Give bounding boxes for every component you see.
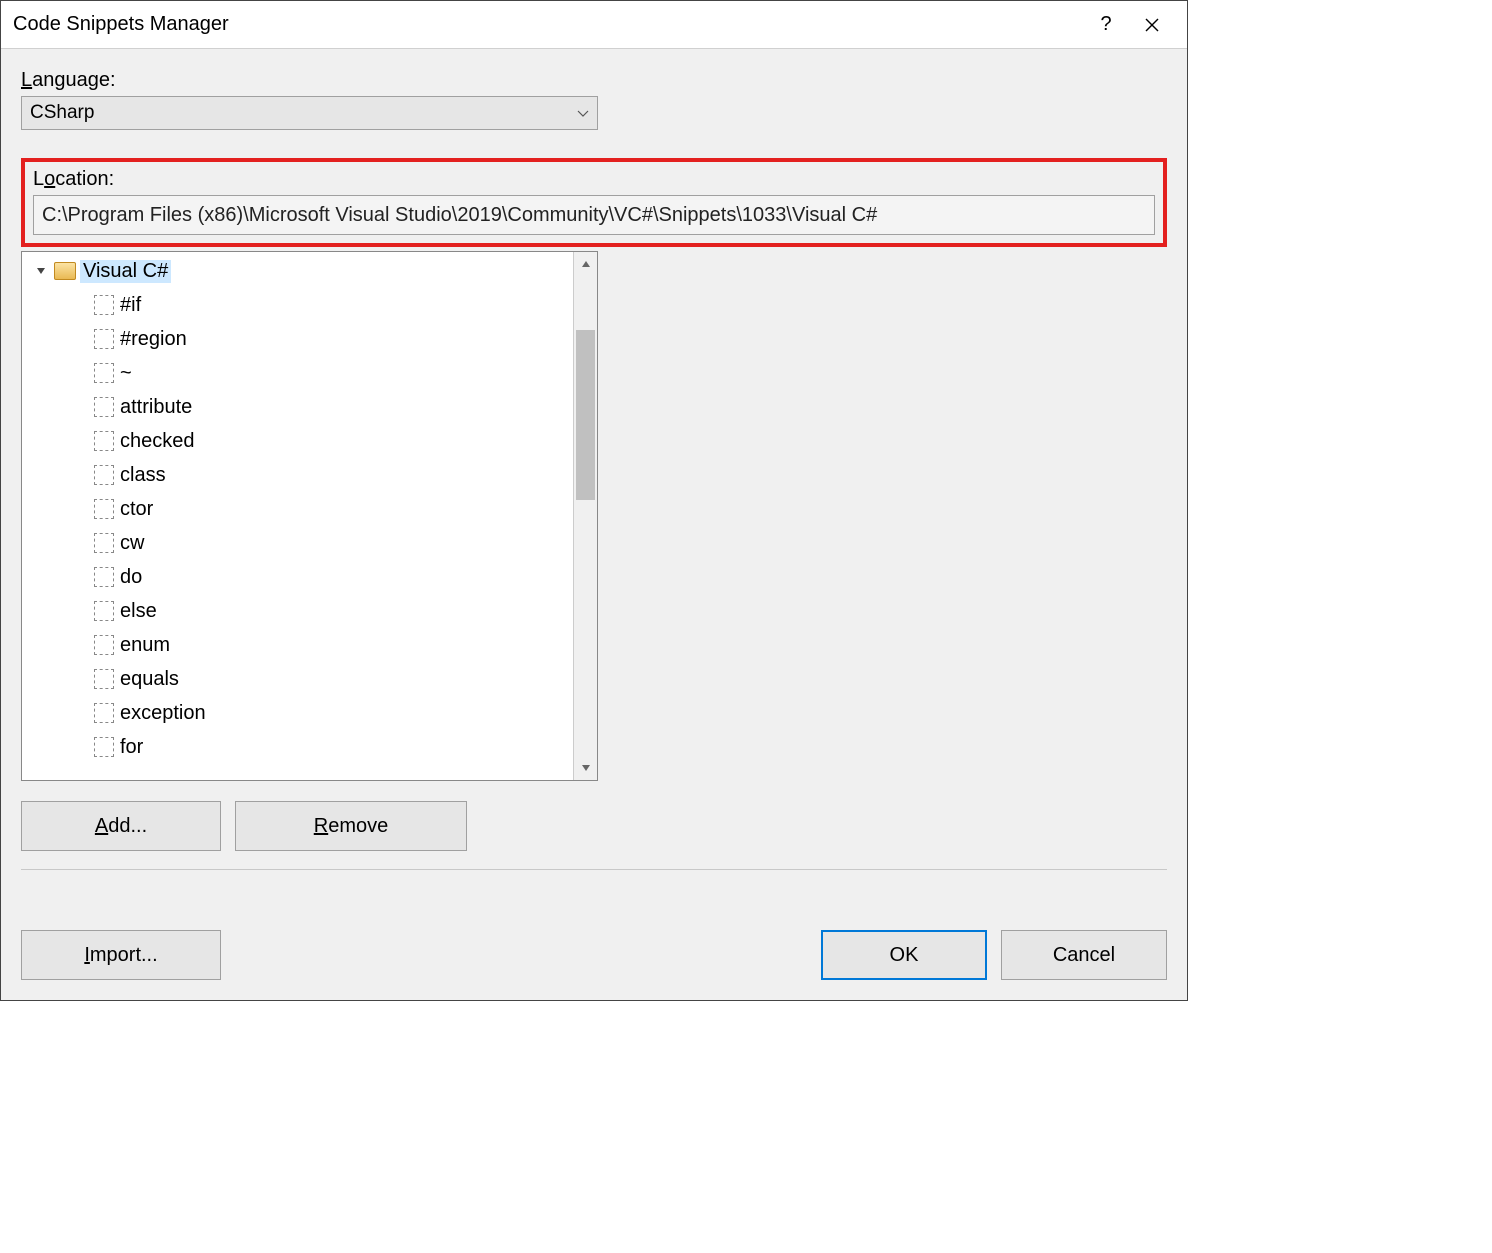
snippet-icon (94, 295, 114, 315)
scroll-thumb[interactable] (576, 330, 595, 500)
tree-item[interactable]: ~ (32, 356, 597, 390)
tree-item-label: ctor (120, 498, 153, 521)
cancel-button[interactable]: Cancel (1001, 930, 1167, 980)
action-buttons: Add... Remove (21, 801, 1167, 851)
tree-item[interactable]: enum (32, 628, 597, 662)
titlebar: Code Snippets Manager ? (1, 1, 1187, 49)
snippet-icon (94, 703, 114, 723)
snippet-icon (94, 431, 114, 451)
tree-item[interactable]: class (32, 458, 597, 492)
snippet-icon (94, 567, 114, 587)
tree-root[interactable]: Visual C# (32, 254, 597, 288)
ok-button[interactable]: OK (821, 930, 987, 980)
help-button[interactable]: ? (1083, 6, 1129, 44)
scroll-down-icon[interactable] (574, 756, 597, 780)
tree-item-label: class (120, 464, 166, 487)
tree-item[interactable]: cw (32, 526, 597, 560)
tree-item-label: enum (120, 634, 170, 657)
tree-item-label: for (120, 736, 143, 759)
snippet-icon (94, 465, 114, 485)
chevron-down-icon (577, 102, 589, 124)
tree-item-label: attribute (120, 396, 192, 419)
language-label: Language: (21, 69, 1167, 92)
code-snippets-dialog: Code Snippets Manager ? Language: CSharp… (0, 0, 1188, 1001)
tree-root-label: Visual C# (80, 260, 171, 283)
tree-item-label: cw (120, 532, 144, 555)
location-path[interactable]: C:\Program Files (x86)\Microsoft Visual … (33, 195, 1155, 235)
location-highlight: Location: C:\Program Files (x86)\Microso… (21, 158, 1167, 247)
tree-item[interactable]: for (32, 730, 597, 764)
close-button[interactable] (1129, 6, 1175, 44)
language-combo[interactable]: CSharp (21, 96, 598, 130)
tree-item-label: checked (120, 430, 195, 453)
snippet-icon (94, 601, 114, 621)
snippet-icon (94, 329, 114, 349)
tree-item-label: exception (120, 702, 206, 725)
close-icon (1145, 18, 1159, 32)
caret-down-icon[interactable] (32, 262, 50, 280)
snippet-icon (94, 499, 114, 519)
tree-item[interactable]: do (32, 560, 597, 594)
language-value: CSharp (30, 102, 94, 124)
separator (21, 869, 1167, 870)
import-button[interactable]: Import... (21, 930, 221, 980)
tree-item[interactable]: equals (32, 662, 597, 696)
dialog-content: Language: CSharp Location: C:\Program Fi… (1, 49, 1187, 930)
remove-button[interactable]: Remove (235, 801, 467, 851)
snippet-icon (94, 737, 114, 757)
tree-item[interactable]: #if (32, 288, 597, 322)
tree-item[interactable]: attribute (32, 390, 597, 424)
snippet-tree[interactable]: Visual C# #if #region ~ attribute checke… (21, 251, 598, 781)
tree-item-label: #region (120, 328, 187, 351)
tree-item-label: do (120, 566, 142, 589)
tree-item-label: ~ (120, 362, 132, 385)
snippet-icon (94, 363, 114, 383)
scroll-up-icon[interactable] (574, 252, 597, 276)
tree-item[interactable]: ctor (32, 492, 597, 526)
dialog-title: Code Snippets Manager (13, 13, 1083, 36)
snippet-icon (94, 635, 114, 655)
tree-item[interactable]: exception (32, 696, 597, 730)
location-label: Location: (33, 168, 1155, 191)
snippet-icon (94, 669, 114, 689)
scroll-track[interactable] (574, 276, 597, 756)
tree-item[interactable]: else (32, 594, 597, 628)
folder-icon (54, 262, 76, 280)
add-button[interactable]: Add... (21, 801, 221, 851)
tree-item-label: equals (120, 668, 179, 691)
snippet-icon (94, 397, 114, 417)
tree-item-label: #if (120, 294, 141, 317)
tree-item-label: else (120, 600, 157, 623)
scrollbar[interactable] (573, 252, 597, 780)
dialog-footer: Import... OK Cancel (1, 930, 1187, 1000)
snippet-icon (94, 533, 114, 553)
tree-item[interactable]: checked (32, 424, 597, 458)
tree-body: Visual C# #if #region ~ attribute checke… (22, 252, 597, 764)
tree-item[interactable]: #region (32, 322, 597, 356)
